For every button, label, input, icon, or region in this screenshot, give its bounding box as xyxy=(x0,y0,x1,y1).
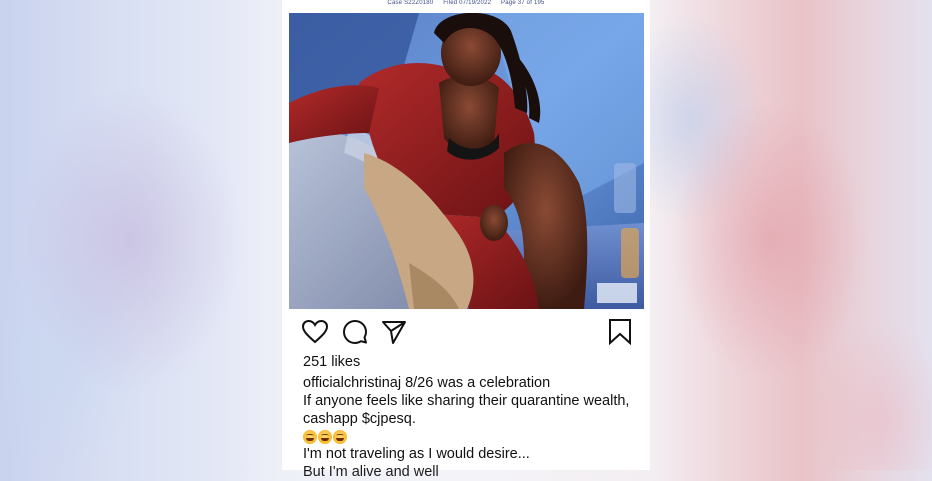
case-number: Case S22Z0180 xyxy=(387,0,434,6)
court-filing-header: Case S22Z0180 Filed 07/19/2022 Page 37 o… xyxy=(282,0,650,9)
filed-date: Filed 07/19/2022 xyxy=(443,0,492,6)
paper-plane-icon[interactable] xyxy=(380,318,408,346)
rofl-emoji-icon xyxy=(333,430,347,444)
background-blur-right xyxy=(650,0,932,470)
photo-illustration xyxy=(289,13,644,309)
caption-text-2: If anyone feels like sharing their quara… xyxy=(303,393,630,409)
background-blur-left xyxy=(0,0,282,470)
post-caption: officialchristinaj 8/26 was a celebratio… xyxy=(303,374,633,481)
rofl-emoji-icon xyxy=(303,430,317,444)
caption-text-4: I'm not traveling as I would desire... xyxy=(303,446,530,462)
heart-icon[interactable] xyxy=(301,318,329,346)
caption-first-line: officialchristinaj 8/26 was a celebratio… xyxy=(303,374,633,392)
document-page: Case S22Z0180 Filed 07/19/2022 Page 37 o… xyxy=(282,0,650,480)
page-number: Page 37 of 195 xyxy=(501,0,545,6)
caption-text-1: 8/26 was a celebration xyxy=(405,375,551,391)
rofl-emoji-icon xyxy=(318,430,332,444)
caption-text-3: cashapp $cjpesq. xyxy=(303,411,416,427)
bookmark-icon[interactable] xyxy=(606,318,634,346)
likes-count[interactable]: 251 likes xyxy=(303,354,360,370)
caption-text-5: But I'm alive and well xyxy=(303,464,439,480)
caption-emoji-row xyxy=(303,430,633,444)
post-photo[interactable] xyxy=(289,13,644,309)
comment-bubble-icon[interactable] xyxy=(341,318,369,346)
caption-username[interactable]: officialchristinaj xyxy=(303,375,401,391)
post-action-bar xyxy=(282,318,650,346)
